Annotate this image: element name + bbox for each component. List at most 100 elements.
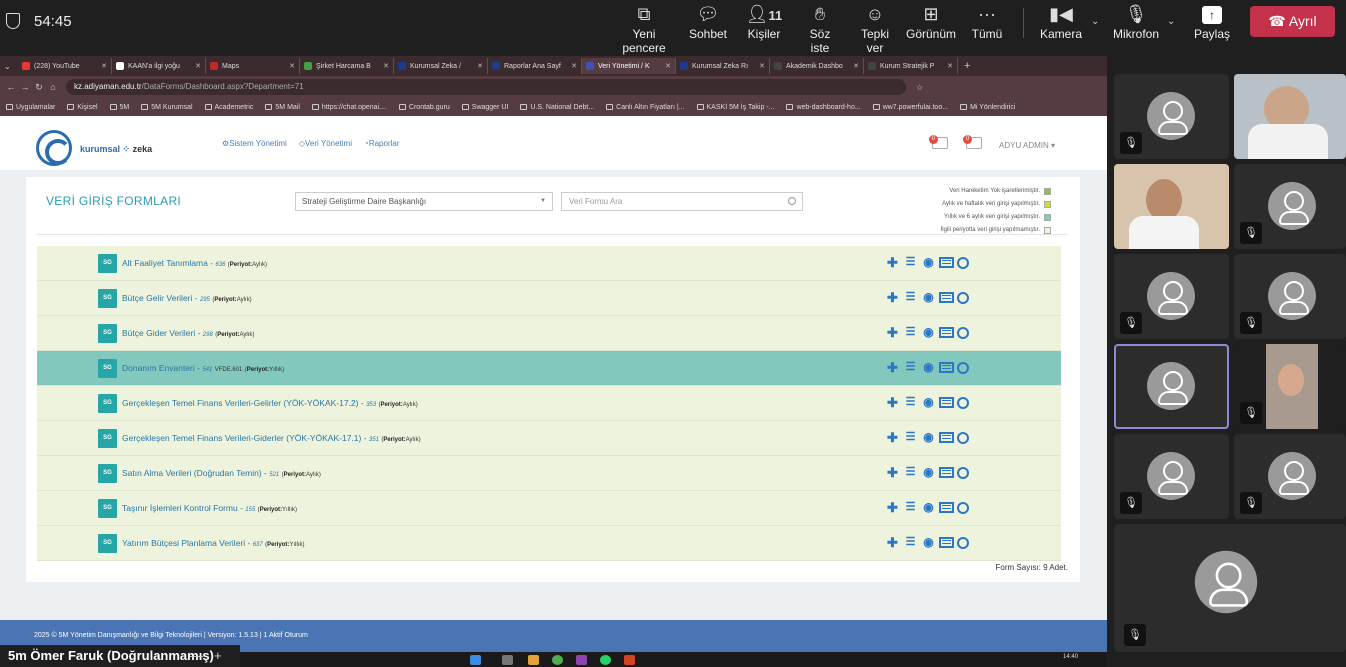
add-entry-icon[interactable]: ✚ [885, 501, 900, 514]
browser-tab[interactable]: KAAN'a ilgi yoğu ✕ [112, 58, 206, 74]
list-icon[interactable]: ☰ [903, 501, 918, 514]
browser-tab[interactable]: Raporlar Ana Sayf ✕ [488, 58, 582, 74]
bookmark-item[interactable]: Mi Yönlendirici [960, 103, 1015, 111]
tab-search-chevron-icon[interactable]: ⌄ [4, 62, 18, 71]
history-icon[interactable] [957, 431, 969, 444]
form-link[interactable]: Bütçe Gelir Verileri - 295 (Periyot:Aylı… [122, 293, 252, 303]
view-icon[interactable]: ◉ [921, 466, 936, 479]
add-entry-icon[interactable]: ✚ [885, 396, 900, 409]
form-table-icon[interactable] [939, 397, 954, 408]
participant-video[interactable]: 🎙︎ [1234, 344, 1346, 429]
browser-tab[interactable]: Kurumsal Zeka / ✕ [394, 58, 488, 74]
nav-reports[interactable]: ◔Raporlar [364, 139, 400, 148]
nav-system-admin[interactable]: ⚙Sistem Yönetimi [222, 139, 287, 148]
close-tab-icon[interactable]: ✕ [289, 62, 295, 70]
browser-tab[interactable]: Şirket Harcama B ✕ [300, 58, 394, 74]
browser-tab[interactable]: Kurum Stratejik P ✕ [864, 58, 958, 74]
add-entry-icon[interactable]: ✚ [885, 326, 900, 339]
department-select[interactable]: Strateji Geliştirme Daire Başkanlığı ▼ [295, 192, 553, 211]
share-button[interactable]: ↑ Paylaş [1193, 3, 1231, 41]
tasks-icon[interactable]: 0 [929, 135, 948, 149]
mic-button[interactable]: 🎙︎ Mikrofon [1112, 3, 1160, 41]
visual-studio-icon[interactable] [576, 655, 587, 665]
view-icon[interactable]: ◉ [921, 361, 936, 374]
add-entry-icon[interactable]: ✚ [885, 431, 900, 444]
close-tab-icon[interactable]: ✕ [383, 62, 389, 70]
browser-tab[interactable]: Maps ✕ [206, 58, 300, 74]
close-tab-icon[interactable]: ✕ [477, 62, 483, 70]
more-button[interactable]: ··· Tümü [970, 3, 1004, 41]
add-icon[interactable]: + [214, 645, 222, 667]
form-link[interactable]: Gerçekleşen Temel Finans Verileri-Gelirl… [122, 398, 418, 408]
bookmark-item[interactable]: Kişisel [67, 103, 98, 111]
form-table-icon[interactable] [939, 292, 954, 303]
add-entry-icon[interactable]: ✚ [885, 536, 900, 549]
add-entry-icon[interactable]: ✚ [885, 361, 900, 374]
search-icon[interactable] [502, 655, 513, 665]
bookmark-item[interactable]: web-dashboard-ho... [786, 103, 861, 111]
bookmark-item[interactable]: Crontab.guru [398, 103, 450, 111]
history-icon[interactable] [957, 466, 969, 479]
participant-tile[interactable]: 🎙︎ [1114, 434, 1229, 519]
list-icon[interactable]: ☰ [903, 396, 918, 409]
form-table-icon[interactable] [939, 362, 954, 373]
participant-tile[interactable]: 🎙︎ [1234, 434, 1346, 519]
view-icon[interactable]: ◉ [921, 291, 936, 304]
bookmark-item[interactable]: KASKİ 5M İş Takip -... [696, 103, 774, 111]
form-table-icon[interactable] [939, 467, 954, 478]
view-icon[interactable]: ◉ [921, 431, 936, 444]
participant-tile[interactable]: 🎙︎ [1234, 164, 1346, 249]
forward-icon[interactable]: → [18, 82, 32, 92]
close-tab-icon[interactable]: ✕ [947, 62, 953, 70]
close-tab-icon[interactable]: ✕ [571, 62, 577, 70]
list-icon[interactable]: ☰ [903, 326, 918, 339]
camera-button[interactable]: ▮◀ Kamera [1040, 3, 1082, 41]
form-link[interactable]: Gerçekleşen Temel Finans Verileri-Giderl… [122, 433, 421, 443]
form-link[interactable]: Taşınır İşlemleri Kontrol Formu - 155 (P… [122, 503, 297, 513]
browser-tab[interactable]: Veri Yönetimi / K ✕ [582, 58, 676, 74]
bookmark-item[interactable]: Canlı Altın Fiyatları |... [606, 103, 685, 111]
form-link[interactable]: Donanım Envanteri - 541 VFDE.601 (Periyo… [122, 363, 284, 373]
bookmark-item[interactable]: https://chat.openai.... [311, 103, 387, 111]
form-link[interactable]: Bütçe Gider Verileri - 298 (Periyot:Aylı… [122, 328, 254, 338]
bookmark-item[interactable]: U.S. National Debt... [520, 103, 594, 111]
add-entry-icon[interactable]: ✚ [885, 466, 900, 479]
close-tab-icon[interactable]: ✕ [101, 62, 107, 70]
participant-tile[interactable]: 🎙︎ [1114, 74, 1229, 159]
close-tab-icon[interactable]: ✕ [665, 62, 671, 70]
home-icon[interactable]: ⌂ [46, 82, 60, 92]
view-icon[interactable]: ◉ [921, 256, 936, 269]
form-link[interactable]: Satın Alma Verileri (Doğrudan Temin) - 5… [122, 468, 321, 478]
add-entry-icon[interactable]: ✚ [885, 256, 900, 269]
reaction-button[interactable]: ☺ Tepki ver [852, 3, 898, 55]
mic-options-chevron-icon[interactable]: ⌄ [1167, 16, 1175, 27]
view-icon[interactable]: ◉ [921, 501, 936, 514]
form-link[interactable]: Yatırım Bütçesi Planlama Verileri - 637 … [122, 538, 304, 548]
bookmark-item[interactable]: 5M [109, 103, 129, 111]
bookmark-item[interactable]: Academetric [204, 103, 253, 111]
form-table-icon[interactable] [939, 257, 954, 268]
brand-logo[interactable]: kurumsal ⁘ zeka [80, 144, 152, 155]
participant-tile[interactable]: 🎙︎ [1234, 254, 1346, 339]
history-icon[interactable] [957, 361, 969, 374]
chat-button[interactable]: 💬︎ Sohbet [688, 3, 728, 41]
list-icon[interactable]: ☰ [903, 536, 918, 549]
list-icon[interactable]: ☰ [903, 256, 918, 269]
history-icon[interactable] [957, 536, 969, 549]
history-icon[interactable] [957, 326, 969, 339]
bookmark-item[interactable]: Swagger UI [461, 103, 508, 111]
windows-start-icon[interactable] [470, 655, 481, 665]
powerpoint-icon[interactable] [624, 655, 635, 665]
form-table-icon[interactable] [939, 432, 954, 443]
form-table-icon[interactable] [939, 502, 954, 513]
participant-tile-active[interactable] [1114, 344, 1229, 429]
close-tab-icon[interactable]: ✕ [195, 62, 201, 70]
list-icon[interactable]: ☰ [903, 361, 918, 374]
list-icon[interactable]: ☰ [903, 466, 918, 479]
back-icon[interactable]: ← [4, 82, 18, 92]
reload-icon[interactable]: ↻ [32, 82, 46, 93]
history-icon[interactable] [957, 291, 969, 304]
messages-icon[interactable]: 0 [963, 135, 982, 149]
close-tab-icon[interactable]: ✕ [759, 62, 765, 70]
user-menu[interactable]: ADYU ADMIN ▾ [999, 141, 1055, 150]
